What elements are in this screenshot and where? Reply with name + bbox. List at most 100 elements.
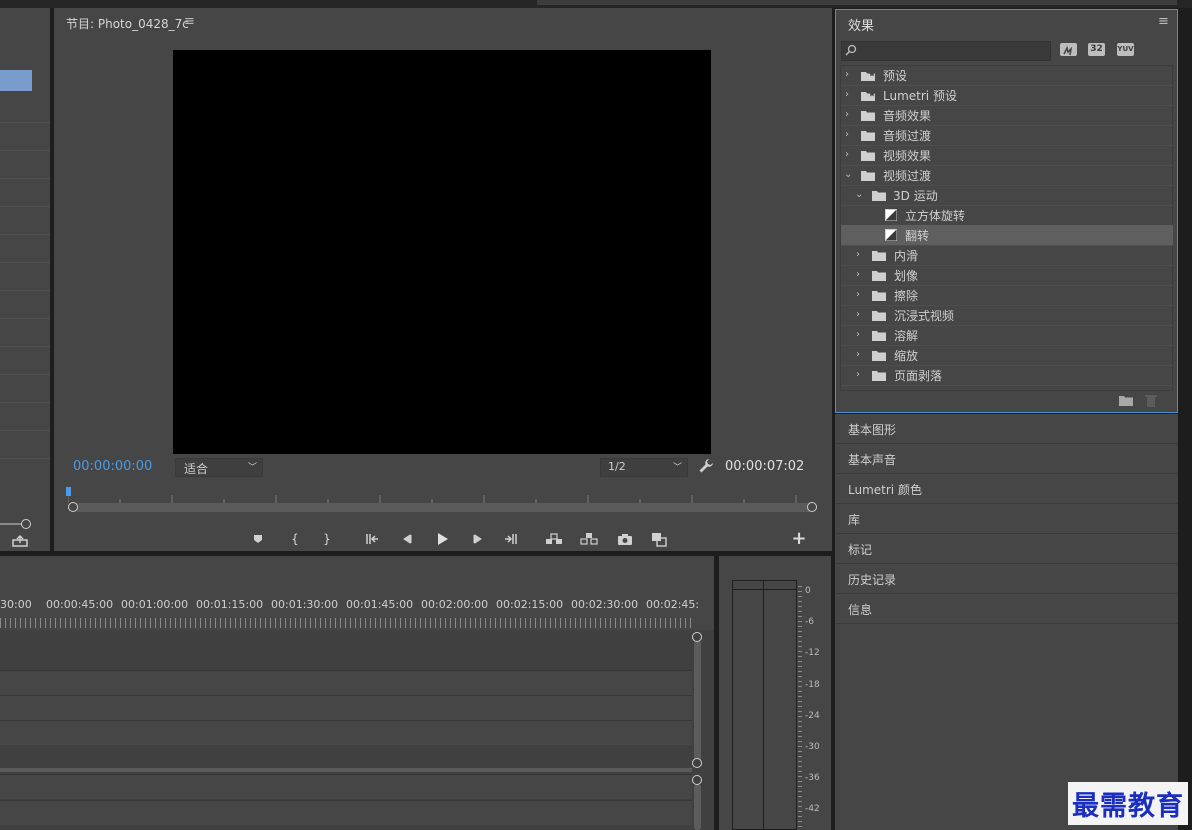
duration-timecode: 00:00:07:02 [725, 459, 805, 474]
panel-tab-essential-graphics[interactable]: 基本图形 [836, 414, 1178, 444]
play-icon[interactable] [432, 529, 452, 549]
chevron-right-icon[interactable]: › [856, 349, 866, 361]
export-icon[interactable] [12, 535, 28, 547]
tree-item-video-effects[interactable]: › 视频效果 [841, 145, 1173, 166]
chevron-right-icon[interactable]: › [856, 329, 866, 341]
chevron-right-icon[interactable]: › [845, 89, 855, 101]
add-button-icon[interactable]: + [789, 529, 809, 549]
panel-tab-essential-sound[interactable]: 基本声音 [836, 444, 1178, 474]
extract-icon[interactable] [579, 529, 599, 549]
tree-item-page-peel[interactable]: › 页面剥落 [841, 365, 1173, 386]
tree-item-3d-motion[interactable]: ⌄ 3D 运动 [841, 185, 1173, 206]
step-forward-icon[interactable] [468, 529, 488, 549]
tree-item-video-transitions[interactable]: ⌄ 视频过渡 [841, 165, 1173, 186]
chevron-down-icon[interactable]: ⌄ [855, 189, 865, 201]
tree-item-dissolve[interactable]: › 溶解 [841, 325, 1173, 346]
scroll-handle-top-lower[interactable] [692, 775, 702, 785]
resolution-select[interactable]: 1/2 ﹀ [600, 458, 688, 477]
tree-item-flip[interactable]: 翻转 [841, 225, 1173, 246]
panel-tab-label: 信息 [848, 603, 873, 617]
panel-tab-libraries[interactable]: 库 [836, 504, 1178, 534]
effects-panel-title[interactable]: 效果 [848, 15, 874, 34]
32-bit-effects-icon[interactable]: 32 [1088, 43, 1105, 56]
effects-search-input[interactable] [841, 41, 1051, 61]
zoom-slider-handle[interactable] [21, 519, 31, 529]
yuv-effects-icon[interactable]: YUV [1117, 43, 1134, 56]
lift-icon[interactable] [544, 529, 564, 549]
tree-item-audio-transitions[interactable]: › 音频过渡 [841, 125, 1173, 146]
timeline-ruler-ticks[interactable] [0, 618, 692, 628]
current-timecode[interactable]: 00:00:00:00 [73, 459, 152, 474]
go-to-out-icon[interactable] [501, 529, 521, 549]
star-folder-icon [861, 70, 875, 81]
timeline-vscroll-upper[interactable] [694, 640, 701, 762]
chevron-right-icon[interactable]: › [845, 129, 855, 141]
video-track-1[interactable] [0, 670, 692, 695]
add-marker-icon[interactable] [248, 529, 268, 549]
scroll-handle-top[interactable] [692, 632, 702, 642]
chevron-right-icon[interactable]: › [856, 369, 866, 381]
zoom-bar[interactable] [73, 503, 813, 512]
panel-tab-info[interactable]: 信息 [836, 594, 1178, 624]
timeline-vscroll-lower[interactable] [694, 784, 701, 830]
tree-item-lumetri-presets[interactable]: › Lumetri 预设 [841, 85, 1173, 106]
zoom-bar-right-handle[interactable] [807, 502, 817, 512]
chevron-right-icon[interactable]: › [845, 69, 855, 81]
tree-item-zoom[interactable]: › 缩放 [841, 345, 1173, 366]
panel-tab-history[interactable]: 历史记录 [836, 564, 1178, 594]
scrub-ruler[interactable] [67, 488, 812, 503]
panel-menu-icon[interactable]: ≡ [1158, 14, 1169, 29]
tree-item-label: 内滑 [894, 249, 919, 263]
panel-tab-markers[interactable]: 标记 [836, 534, 1178, 564]
go-to-in-icon[interactable] [362, 529, 382, 549]
track-divider[interactable] [0, 768, 692, 772]
zoom-slider-track[interactable] [0, 523, 22, 525]
row-divider [0, 178, 50, 179]
tree-item-wipe[interactable]: › 擦除 [841, 285, 1173, 306]
step-back-icon[interactable] [397, 529, 417, 549]
audio-meter-channel-right [763, 580, 797, 830]
playhead-marker[interactable] [66, 487, 71, 496]
chevron-down-icon[interactable]: ⌄ [844, 169, 854, 181]
transition-effect-icon [885, 229, 897, 241]
folder-icon [861, 150, 875, 161]
scroll-handle-bottom[interactable] [692, 758, 702, 768]
tree-item-slide[interactable]: › 内滑 [841, 245, 1173, 266]
tree-item-audio-effects[interactable]: › 音频效果 [841, 105, 1173, 126]
mark-in-icon[interactable]: { [285, 529, 305, 549]
project-item-thumbnail[interactable] [0, 70, 32, 91]
chevron-right-icon[interactable]: › [856, 289, 866, 301]
chevron-right-icon[interactable]: › [856, 249, 866, 261]
folder-icon [872, 370, 886, 381]
compare-view-icon[interactable] [649, 529, 669, 549]
row-divider [0, 206, 50, 207]
chevron-right-icon[interactable]: › [856, 269, 866, 281]
video-track-3[interactable] [0, 720, 692, 745]
wrench-icon[interactable] [698, 458, 714, 474]
chevron-right-icon[interactable]: › [845, 109, 855, 121]
ruler-label: 00:01:15:00 [196, 598, 264, 611]
chevron-right-icon[interactable]: › [845, 149, 855, 161]
panel-tab-lumetri-color[interactable]: Lumetri 颜色 [836, 474, 1178, 504]
program-monitor-title[interactable]: 节目: Photo_0428_7c [66, 15, 189, 32]
video-track-2[interactable] [0, 695, 692, 720]
tree-item-label: 缩放 [894, 349, 919, 363]
fit-select-value: 适合 [184, 462, 209, 476]
tree-item-presets[interactable]: › 预设 [841, 65, 1173, 86]
panel-tab-label: 标记 [848, 543, 873, 557]
camera-icon[interactable] [615, 529, 635, 549]
audio-track-1[interactable] [0, 774, 692, 799]
tree-item-iris[interactable]: › 划像 [841, 265, 1173, 286]
tree-item-cube-spin[interactable]: 立方体旋转 [841, 205, 1173, 226]
fit-select[interactable]: 适合 ﹀ [175, 458, 263, 477]
accelerated-effects-icon[interactable] [1060, 43, 1077, 56]
trash-icon[interactable] [1145, 394, 1157, 407]
tree-item-immersive-video[interactable]: › 沉浸式视频 [841, 305, 1173, 326]
zoom-bar-left-handle[interactable] [68, 502, 78, 512]
panel-menu-icon[interactable]: ≡ [184, 14, 195, 29]
audio-track-2[interactable] [0, 800, 692, 825]
chevron-right-icon[interactable]: › [856, 309, 866, 321]
chevron-down-icon: ﹀ [672, 463, 682, 473]
mark-out-icon[interactable]: } [317, 529, 337, 549]
new-bin-icon[interactable] [1119, 395, 1133, 406]
